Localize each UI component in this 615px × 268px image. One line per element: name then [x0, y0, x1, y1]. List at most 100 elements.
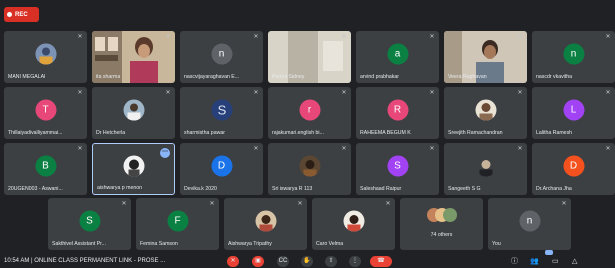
- participant-tile[interactable]: n ✕ nascvijayaraghavan E...: [180, 31, 263, 83]
- participant-name: aishwarya p menon: [97, 185, 142, 191]
- mic-muted-icon: ✕: [165, 90, 171, 96]
- participant-tile[interactable]: ✕ Poorni Sidney: [268, 31, 351, 83]
- mic-muted-icon: ✕: [77, 34, 83, 40]
- raise-hand-icon[interactable]: ✋: [301, 256, 313, 267]
- record-dot-icon: [7, 12, 12, 17]
- participant-tile[interactable]: F ✕ Femina Samson: [136, 198, 219, 250]
- present-icon[interactable]: ⇧: [325, 256, 337, 267]
- participant-photo: [123, 99, 144, 121]
- participant-photo: [475, 99, 496, 121]
- activities-icon[interactable]: △: [572, 257, 577, 266]
- participant-avatar: F: [167, 210, 188, 232]
- more-options-icon[interactable]: ⋯: [160, 148, 170, 158]
- participant-name: Sangeeth S G: [448, 186, 481, 192]
- participant-tile-selected[interactable]: ⋯ aishwarya p menon: [92, 143, 175, 195]
- participant-name: Femina Samson: [140, 241, 178, 247]
- mic-muted-icon: ✕: [429, 90, 435, 96]
- participant-tile[interactable]: ✕ Sri iswarya R 113: [268, 143, 351, 195]
- camera-off-icon[interactable]: ▣: [252, 256, 264, 267]
- mic-off-icon[interactable]: ✕: [227, 256, 239, 267]
- participant-photo: [343, 210, 364, 232]
- participant-name: Dr Hetcherla: [96, 130, 126, 136]
- mic-muted-icon: ✕: [429, 146, 435, 152]
- participant-tile[interactable]: ✕ Caro Velma: [312, 198, 395, 250]
- participant-tile[interactable]: S ✕ Saleshaad Raipur: [356, 143, 439, 195]
- mic-muted-icon: ✕: [297, 201, 303, 207]
- participant-tile[interactable]: D ✕ Devika.k 2020: [180, 143, 263, 195]
- mic-muted-icon: ✕: [341, 146, 347, 152]
- participant-tile[interactable]: ✕ Aishwarya Tripathy: [224, 198, 307, 250]
- participant-tile[interactable]: L ✕ Lalitha Ramesh: [532, 87, 615, 139]
- mic-muted-icon: ✕: [605, 90, 611, 96]
- meeting-title: ONLINE CLASS PERMANENT LINK - PROSE ...: [34, 258, 166, 264]
- participant-avatar: R: [387, 99, 408, 121]
- participant-tile[interactable]: S ✕ sharmistha pawar: [180, 87, 263, 139]
- participant-tile[interactable]: ✕ MANI MEGALAI: [4, 31, 87, 83]
- participant-name: ita sharma: [96, 74, 121, 80]
- participant-avatar: a: [387, 43, 408, 65]
- end-call-icon[interactable]: ☎: [370, 256, 392, 267]
- mic-muted-icon: ✕: [77, 90, 83, 96]
- participant-avatar: n: [563, 43, 584, 65]
- participant-tile[interactable]: ✕ Veera Raghavan: [444, 31, 527, 83]
- participant-tile[interactable]: ✕ ita sharma: [92, 31, 175, 83]
- participant-avatar: S: [79, 210, 100, 232]
- participant-avatar: L: [563, 99, 584, 121]
- participant-photo: [475, 155, 496, 177]
- participant-avatar: r: [299, 99, 320, 121]
- participant-tile[interactable]: T ✕ Thillaiyadivalliyammai...: [4, 87, 87, 139]
- mic-muted-icon: ✕: [77, 146, 83, 152]
- mic-muted-icon: ✕: [517, 90, 523, 96]
- meet-window: REC ✕ MANI MEGALAI ✕ ita sharma n ✕ nasc…: [0, 0, 615, 268]
- participant-name: Sri iswarya R 113: [272, 186, 313, 192]
- info-icon[interactable]: ⓘ: [511, 257, 518, 266]
- svg-text:S: S: [217, 102, 226, 117]
- mic-muted-icon: ✕: [341, 34, 347, 40]
- mic-muted-icon: ✕: [121, 201, 127, 207]
- participant-tile[interactable]: R ✕ RAHEEMA BEGUM K: [356, 87, 439, 139]
- participant-tile[interactable]: ✕ Sreejith Ramachandran: [444, 87, 527, 139]
- mic-muted-icon: ✕: [605, 146, 611, 152]
- participant-name: Devika.k 2020: [184, 186, 217, 192]
- mic-muted-icon: ✕: [253, 90, 259, 96]
- participant-name: sharmistha pawar: [184, 130, 225, 136]
- participant-avatar: D: [211, 155, 232, 177]
- participant-photo: [299, 155, 320, 177]
- participant-name: RAHEEMA BEGUM K: [360, 130, 411, 136]
- participant-name: Aishwarya Tripathy: [228, 241, 272, 247]
- mic-muted-icon: ✕: [517, 146, 523, 152]
- participant-tile[interactable]: B ✕ 20UGEN003 - Aswani...: [4, 143, 87, 195]
- mic-muted-icon: ✕: [561, 201, 567, 207]
- participant-name: Saleshaad Raipur: [360, 186, 402, 192]
- participant-tile[interactable]: r ✕ rajakumari.english bi...: [268, 87, 351, 139]
- participant-tile[interactable]: a ✕ arvind prabhakar: [356, 31, 439, 83]
- participant-avatar: B: [35, 155, 56, 177]
- others-tile[interactable]: 74 others: [400, 198, 483, 250]
- meeting-time-and-title: 10:54 AM | ONLINE CLASS PERMANENT LINK -…: [4, 258, 165, 264]
- mic-muted-icon: ✕: [385, 201, 391, 207]
- mic-muted-icon: ✕: [341, 90, 347, 96]
- people-icon[interactable]: 👥: [530, 257, 539, 266]
- participant-photo: [123, 155, 144, 177]
- participant-name: Thillaiyadivalliyammai...: [8, 130, 63, 136]
- participant-tile[interactable]: ✕ Dr Hetcherla: [92, 87, 175, 139]
- more-options-icon[interactable]: ⋮: [349, 256, 361, 267]
- participant-name: nascvijayaraghavan E...: [184, 74, 240, 80]
- mic-muted-icon: ✕: [253, 34, 259, 40]
- meeting-time: 10:54 AM: [4, 258, 30, 264]
- recording-indicator: REC: [4, 7, 39, 22]
- participant-name: Lalitha Ramesh: [536, 130, 573, 136]
- participant-tile[interactable]: D ✕ Dr.Archana Jha: [532, 143, 615, 195]
- self-tile[interactable]: n ✕ You: [488, 198, 571, 250]
- captions-icon[interactable]: CC: [277, 256, 289, 267]
- participant-tile[interactable]: ✕ Sangeeth S G: [444, 143, 527, 195]
- participant-tile[interactable]: S ✕ Sakthivel Assistant Pr...: [48, 198, 131, 250]
- mic-muted-icon: ✕: [429, 34, 435, 40]
- participant-tile[interactable]: n ✕ nascdr vkavitha: [532, 31, 615, 83]
- chat-icon[interactable]: ▭: [552, 257, 559, 266]
- participant-avatar: D: [563, 155, 584, 177]
- participant-photo: [255, 210, 276, 232]
- recording-label: REC: [15, 11, 28, 18]
- participant-name: rajakumari.english bi...: [272, 130, 324, 136]
- participant-name: 20UGEN003 - Aswani...: [8, 186, 63, 192]
